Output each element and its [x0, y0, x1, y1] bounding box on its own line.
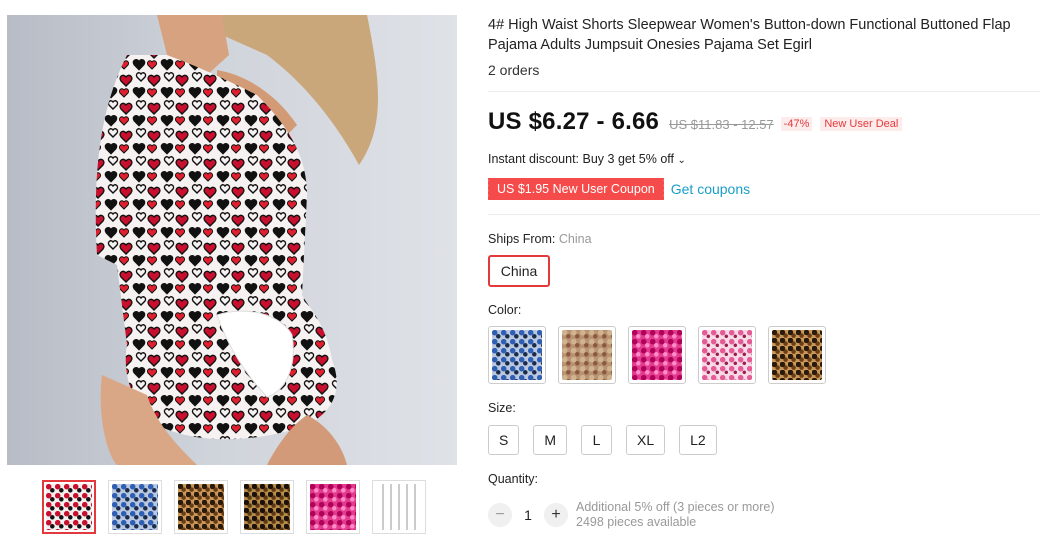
thumbnail-strip [42, 480, 426, 534]
quantity-note: Additional 5% off (3 pieces or more) 249… [576, 500, 774, 530]
chevron-down-icon: ⌄ [677, 155, 686, 166]
current-price: US $6.27 - 6.66 [488, 108, 660, 135]
get-coupons-link[interactable]: Get coupons [671, 181, 750, 197]
thumbnail-2[interactable] [108, 480, 162, 534]
quantity-label: Quantity: [488, 472, 539, 486]
new-user-coupon[interactable]: US $1.95 New User Coupon [486, 178, 666, 200]
thumbnail-5[interactable] [306, 480, 360, 534]
original-price: US $11.83 - 12.57 [669, 117, 774, 132]
model-photo [95, 15, 378, 465]
size-label: Size: [488, 401, 516, 415]
order-count: 2 orders [488, 62, 540, 78]
price-row: US $6.27 - 6.66 US $11.83 - 12.57 -47% N… [488, 108, 903, 136]
size-m[interactable]: M [533, 425, 568, 455]
size-l2[interactable]: L2 [679, 425, 717, 455]
coupon-row: US $1.95 New User Coupon Get coupons [486, 178, 750, 200]
size-options: S M L XL L2 [488, 425, 717, 455]
leopard-print-thumb [178, 484, 224, 530]
pink-print-swatch [632, 330, 682, 380]
color-option-5[interactable] [768, 326, 826, 384]
instant-discount-text: Instant discount: Buy 3 get 5% off [488, 152, 674, 166]
ships-from-label: Ships From: China [488, 232, 592, 246]
blue-print-swatch [492, 330, 542, 380]
divider [488, 214, 1040, 215]
leopard-print-swatch [772, 330, 822, 380]
discount-badge: -47% [780, 117, 813, 131]
ship-option-china[interactable]: China [488, 255, 550, 287]
quantity-plus-button[interactable]: + [544, 503, 568, 527]
thumbnail-6[interactable] [372, 480, 426, 534]
product-title: 4# High Waist Shorts Sleepwear Women's B… [488, 17, 1011, 53]
quantity-minus-button[interactable]: − [488, 503, 512, 527]
color-option-3[interactable] [628, 326, 686, 384]
ships-from-title: Ships From: [488, 232, 556, 246]
size-xl[interactable]: XL [626, 425, 666, 455]
thumbnail-1[interactable] [42, 480, 96, 534]
color-option-2[interactable] [558, 326, 616, 384]
pink-print-thumb [310, 484, 356, 530]
color-option-4[interactable] [698, 326, 756, 384]
quantity-stepper: − 1 + Additional 5% off (3 pieces or mor… [488, 500, 774, 530]
divider [488, 91, 1040, 92]
color-option-1[interactable] [488, 326, 546, 384]
color-label: Color: [488, 303, 522, 317]
stock-available: 2498 pieces available [576, 515, 697, 529]
quantity-value[interactable]: 1 [512, 507, 544, 523]
light-pink-print-swatch [702, 330, 752, 380]
blue-print-thumb [112, 484, 158, 530]
red-heart-print-thumb [46, 484, 92, 530]
size-l[interactable]: L [581, 425, 613, 455]
bulk-discount-note: Additional 5% off (3 pieces or more) [576, 500, 775, 514]
instant-discount[interactable]: Instant discount: Buy 3 get 5% off ⌄ [488, 152, 686, 166]
brown-print-swatch [562, 330, 612, 380]
new-user-deal-badge: New User Deal [820, 117, 903, 131]
size-chart-thumb [376, 484, 422, 530]
dark-leopard-print-thumb [244, 484, 290, 530]
thumbnail-4[interactable] [240, 480, 294, 534]
ships-from-value: China [558, 232, 592, 246]
thumbnail-3[interactable] [174, 480, 228, 534]
size-s[interactable]: S [488, 425, 520, 455]
color-options [488, 326, 826, 384]
main-product-image[interactable] [7, 15, 457, 465]
